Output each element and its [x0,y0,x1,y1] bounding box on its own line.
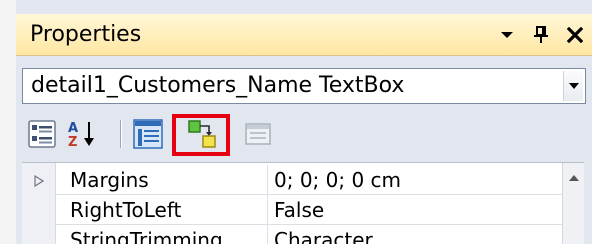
left-edge-strip [0,0,16,244]
property-value[interactable]: Character [268,225,576,244]
property-value[interactable]: 0; 0; 0; 0 cm [268,165,576,195]
properties-panel: Properties detail1_Customers_Name TextBo… [0,0,592,244]
property-name: RightToLeft [56,195,268,225]
close-icon[interactable] [566,26,584,44]
expand-arrow-icon[interactable] [34,175,44,187]
toolbar-separator [120,120,121,148]
svg-text:A: A [68,121,78,136]
object-selector-dropdown[interactable]: detail1_Customers_Name TextBox [22,68,586,104]
categorized-icon[interactable] [26,118,58,150]
property-pages-icon [242,118,274,150]
panel-title: Properties [30,22,142,47]
highlight-box [172,114,230,156]
property-name: StringTrimming [56,225,268,244]
panel-title-bar[interactable]: Properties [16,14,592,56]
object-selector-value: detail1_Customers_Name TextBox [31,73,405,98]
title-bar-controls [498,14,584,56]
property-name: Margins [56,165,268,195]
vertical-scrollbar[interactable] [562,163,584,244]
properties-icon[interactable] [132,118,164,150]
chevron-down-icon[interactable] [498,26,516,44]
property-row[interactable]: StringTrimming Character [56,225,576,244]
pin-icon[interactable] [532,26,550,44]
property-value[interactable]: False [268,195,576,225]
property-grid: Margins 0; 0; 0; 0 cm RightToLeft False … [22,162,584,244]
dropdown-arrow-icon[interactable] [563,71,583,101]
property-row[interactable]: RightToLeft False [56,195,576,225]
scroll-up-arrow-icon[interactable] [568,173,580,183]
properties-toolbar: A Z [16,110,592,158]
svg-text:Z: Z [68,135,77,149]
alphabetical-sort-icon[interactable]: A Z [66,118,98,150]
property-row[interactable]: Margins 0; 0; 0; 0 cm [34,165,576,195]
